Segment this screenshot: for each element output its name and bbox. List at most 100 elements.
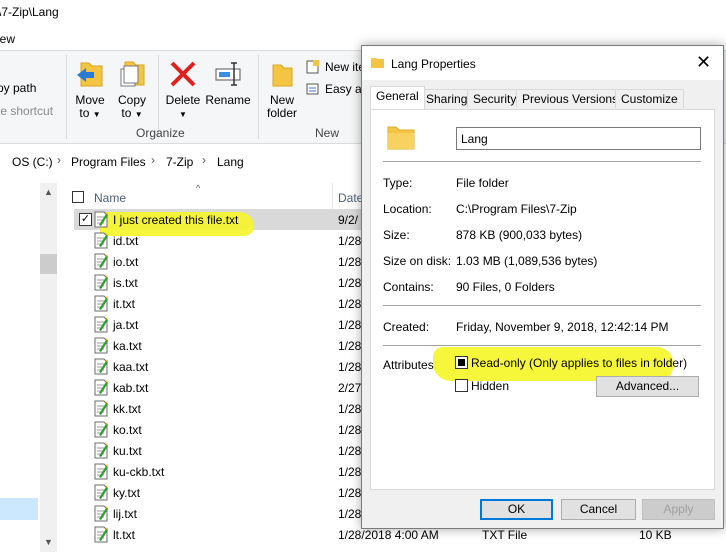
tab-general[interactable]: General xyxy=(370,86,425,109)
breadcrumb-chevron-icon[interactable]: › xyxy=(151,153,155,167)
file-name: kk.txt xyxy=(113,402,142,416)
sort-ascending-icon: ^ xyxy=(196,183,201,193)
file-date: 1/28/2018 4:00 AM xyxy=(338,528,439,542)
easy-access-icon xyxy=(305,81,321,100)
breadcrumb-program-files[interactable]: Program Files xyxy=(71,155,146,169)
text-file-icon xyxy=(94,211,108,228)
explorer-titlebar: \7-Zip\Lang xyxy=(0,0,726,26)
breadcrumb-lang[interactable]: Lang xyxy=(217,155,244,169)
move-to-button[interactable]: Move to ▼ xyxy=(72,57,108,121)
select-all-checkbox[interactable] xyxy=(72,191,84,203)
size-on-disk-value: 1.03 MB (1,089,536 bytes) xyxy=(456,254,598,268)
delete-x-icon xyxy=(170,61,196,87)
read-only-checkbox[interactable] xyxy=(455,356,468,369)
copy-to-button[interactable]: Copy to ▼ xyxy=(114,57,150,121)
new-item-icon xyxy=(305,59,321,78)
new-folder-button[interactable]: New folder xyxy=(262,57,302,120)
new-folder-icon xyxy=(272,64,293,87)
file-name: ky.txt xyxy=(113,486,141,500)
size-label: Size: xyxy=(383,228,410,242)
file-name: io.txt xyxy=(113,255,139,269)
ok-button[interactable]: OK xyxy=(480,499,553,520)
chevron-down-icon: ▼ xyxy=(179,110,187,119)
file-name: ka.txt xyxy=(113,339,142,353)
new-group-label: New xyxy=(315,126,340,140)
scroll-up-icon[interactable]: ▲ xyxy=(44,187,53,197)
file-date: 1/28 xyxy=(338,255,362,269)
text-file-icon xyxy=(94,316,108,333)
file-date: 9/2/ xyxy=(338,213,359,227)
location-label: Location: xyxy=(383,202,432,216)
text-file-icon xyxy=(94,337,108,354)
text-file-icon xyxy=(94,232,108,249)
delete-button[interactable]: Delete ▼ xyxy=(163,57,203,121)
apply-button[interactable]: Apply xyxy=(642,499,715,520)
file-date: 1/28 xyxy=(338,402,362,416)
file-name: lt.txt xyxy=(113,528,136,542)
explorer-title: \7-Zip\Lang xyxy=(0,5,59,19)
file-name: I just created this file.txt xyxy=(113,213,239,227)
hidden-checkbox[interactable] xyxy=(455,379,468,392)
file-name: id.txt xyxy=(113,234,139,248)
tab-view[interactable]: iew xyxy=(0,32,15,46)
dialog-title: Lang Properties xyxy=(391,57,476,71)
breadcrumb-os-c[interactable]: OS (C:) xyxy=(12,155,53,169)
folder-icon xyxy=(371,58,384,68)
properties-dialog: Lang Properties ✕ General Sharing Securi… xyxy=(361,45,724,529)
copy-to-icon xyxy=(120,61,145,87)
chevron-down-icon: ▼ xyxy=(134,110,143,119)
rename-button[interactable]: Rename xyxy=(205,57,251,107)
file-name: kaa.txt xyxy=(113,360,149,374)
paste-shortcut-button[interactable]: te shortcut xyxy=(0,104,53,118)
breadcrumb-7zip[interactable]: 7-Zip xyxy=(166,155,193,169)
column-date[interactable]: Date xyxy=(338,191,363,205)
dialog-titlebar: Lang Properties ✕ xyxy=(362,46,723,80)
size-on-disk-label: Size on disk: xyxy=(383,254,452,268)
close-icon[interactable]: ✕ xyxy=(696,52,711,72)
folder-name-input[interactable]: Lang xyxy=(456,127,701,150)
ribbon-divider xyxy=(66,55,67,139)
text-file-icon xyxy=(94,274,108,291)
file-date: 1/28 xyxy=(338,276,362,290)
tab-security[interactable]: Security xyxy=(467,89,523,108)
nav-pane-selected-item[interactable] xyxy=(0,498,38,520)
advanced-button[interactable]: Advanced... xyxy=(596,376,699,397)
read-only-label[interactable]: Read-only (Only applies to files in fold… xyxy=(471,356,687,370)
file-date: 1/28 xyxy=(338,507,362,521)
chevron-down-icon: ▼ xyxy=(92,110,101,119)
cancel-button[interactable]: Cancel xyxy=(561,499,636,520)
type-label: Type: xyxy=(383,176,413,190)
new-item-button[interactable]: New ite xyxy=(325,60,365,74)
hidden-label[interactable]: Hidden xyxy=(471,379,509,393)
organize-group-label: Organize xyxy=(136,126,185,140)
text-file-icon xyxy=(94,526,108,543)
scrollbar-thumb[interactable] xyxy=(40,254,57,274)
row-checkbox[interactable]: ✓ xyxy=(79,213,92,226)
copy-path-button[interactable]: py path xyxy=(0,81,36,95)
file-date: 1/28 xyxy=(338,360,362,374)
rename-icon xyxy=(215,62,241,86)
separator xyxy=(383,345,701,346)
file-name: ko.txt xyxy=(113,423,142,437)
attributes-label: Attributes: xyxy=(383,358,438,372)
ribbon-divider xyxy=(258,55,259,139)
tab-customize[interactable]: Customize xyxy=(615,89,684,108)
separator xyxy=(383,305,701,306)
folder-large-icon xyxy=(387,126,415,150)
file-size: 10 KB xyxy=(639,528,672,542)
file-name: is.txt xyxy=(113,276,138,290)
column-divider[interactable] xyxy=(332,183,333,209)
file-date: 1/28 xyxy=(338,234,362,248)
breadcrumb-chevron-icon[interactable]: › xyxy=(202,153,206,167)
tab-sharing[interactable]: Sharing xyxy=(420,89,474,108)
column-name[interactable]: Name xyxy=(94,191,126,205)
file-date: 1/28 xyxy=(338,339,362,353)
contains-label: Contains: xyxy=(383,280,434,294)
nav-pane-scrollbar[interactable]: ▲ ▼ xyxy=(40,183,57,552)
scroll-down-icon[interactable]: ▼ xyxy=(44,537,53,547)
file-name: ku-ckb.txt xyxy=(113,465,165,479)
file-date: 1/28 xyxy=(338,465,362,479)
breadcrumb-chevron-icon[interactable]: › xyxy=(57,153,61,167)
tab-previous-versions[interactable]: Previous Versions xyxy=(516,89,625,108)
text-file-icon xyxy=(94,400,108,417)
